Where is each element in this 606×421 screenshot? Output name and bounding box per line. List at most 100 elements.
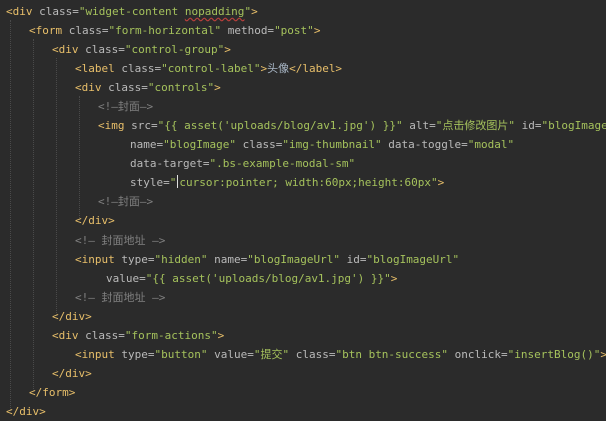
tag-token: </div>	[6, 405, 46, 418]
attr-token: onclick=	[448, 348, 508, 361]
string-token: "blogImageUrl"	[366, 253, 460, 266]
attr-token: data-target=	[130, 157, 210, 170]
attr-token: class=	[78, 43, 125, 56]
tag-token: >	[600, 348, 606, 361]
code-line-17[interactable]: </div>	[52, 307, 92, 326]
tag-token: >	[313, 24, 321, 37]
tag-token: >	[390, 272, 398, 285]
code-line-18[interactable]: <div class="form-actions">	[52, 326, 224, 345]
comment-token: <!— 封面地址 —>	[75, 234, 166, 247]
code-line-10[interactable]: style=" cursor:pointer; width:60px;height…	[130, 173, 444, 192]
string-token: "hidden"	[154, 253, 208, 266]
tag-token: </div>	[52, 367, 92, 380]
attr-token: class=	[289, 348, 336, 361]
string-token: cursor:pointer; width:60px;height:60px"	[179, 176, 438, 189]
tag-token: <img	[98, 119, 125, 132]
attr-token: class=	[78, 329, 125, 342]
tag-token: <input	[75, 253, 115, 266]
tag-token: <label	[75, 62, 115, 75]
indent-guide	[56, 58, 57, 315]
string-token: "	[169, 176, 177, 189]
tag-token: >	[214, 81, 221, 94]
code-line-19[interactable]: <input type="button" value="提交" class="b…	[75, 345, 606, 364]
indent-guide	[79, 96, 80, 220]
string-token: nopadding	[184, 5, 245, 18]
comment-token: <!—封面—>	[98, 100, 154, 113]
tag-token: </div>	[52, 310, 92, 323]
attr-token: class=	[114, 62, 162, 75]
code-line-22[interactable]: </div>	[6, 402, 46, 421]
code-line-8[interactable]: name="blogImage" class="img-thumbnail" d…	[130, 135, 514, 154]
code-line-13[interactable]: <!— 封面地址 —>	[75, 231, 165, 250]
string-token: "button"	[154, 348, 208, 361]
string-token: "{{ asset('uploads/blog/av1.jpg') }}"	[145, 272, 391, 285]
attr-token: class=	[32, 5, 79, 18]
string-token: "img-thumbnail"	[282, 138, 382, 151]
code-line-6[interactable]: <!—封面—>	[98, 97, 153, 116]
code-line-3[interactable]: <div class="control-group">	[52, 40, 231, 59]
attr-token: class=	[62, 24, 109, 37]
attr-token: data-toggle=	[381, 138, 468, 151]
tag-token: <div	[6, 5, 33, 18]
string-token: "form-actions"	[124, 329, 218, 342]
attr-token: type=	[114, 253, 155, 266]
code-line-14[interactable]: <input type="hidden" name="blogImageUrl"…	[75, 250, 459, 269]
string-token: "widget-content	[78, 5, 185, 18]
attr-token: value=	[106, 272, 146, 285]
attr-token: style=	[130, 176, 170, 189]
attr-token: class=	[101, 81, 148, 94]
code-line-11[interactable]: <!—封面—>	[98, 192, 153, 211]
string-token: "post"	[274, 24, 314, 37]
tag-token: </div>	[75, 214, 115, 227]
code-line-7[interactable]: <img src="{{ asset('uploads/blog/av1.jpg…	[98, 116, 606, 135]
code-line-2[interactable]: <form class="form-horizontal" method="po…	[29, 21, 320, 40]
string-token: "blogImageUrl"	[247, 253, 340, 266]
code-line-1[interactable]: <div class="widget-content nopadding">	[6, 2, 258, 21]
string-token: "form-horizontal"	[108, 24, 222, 37]
code-line-20[interactable]: </div>	[52, 364, 92, 383]
string-token: "{{ asset('uploads/blog/av1.jpg') }}"	[157, 119, 403, 132]
string-token: "btn btn-success"	[335, 348, 449, 361]
string-token: "modal"	[467, 138, 515, 151]
attr-token: name=	[207, 253, 248, 266]
string-token: "blogImage"	[541, 119, 606, 132]
string-token: "insertBlog()"	[507, 348, 601, 361]
attr-token: src=	[124, 119, 158, 132]
attr-token: type=	[114, 348, 155, 361]
attr-token: value=	[207, 348, 254, 361]
attr-token: class=	[235, 138, 283, 151]
indent-guide	[33, 39, 34, 391]
string-token: ".bs-example-modal-sm"	[209, 157, 356, 170]
code-line-5[interactable]: <div class="controls">	[75, 78, 221, 97]
tag-token: </label>	[289, 62, 343, 75]
attr-token: name=	[130, 138, 164, 151]
tag-token: </form>	[29, 386, 76, 399]
code-line-15[interactable]: value="{{ asset('uploads/blog/av1.jpg') …	[106, 269, 397, 288]
code-editor[interactable]: <div class="widget-content nopadding"> <…	[0, 0, 606, 420]
tag-token: <div	[52, 329, 79, 342]
string-token: "点击修改图片"	[435, 119, 516, 132]
code-line-12[interactable]: </div>	[75, 211, 115, 230]
attr-token: method=	[221, 24, 275, 37]
string-token: "提交"	[253, 348, 290, 361]
indent-guide	[10, 20, 11, 410]
tag-token: <form	[29, 24, 63, 37]
comment-token: <!—封面—>	[98, 195, 154, 208]
string-token: "controls"	[147, 81, 215, 94]
tag-token: <div	[52, 43, 79, 56]
string-token: "control-group"	[124, 43, 225, 56]
code-line-4[interactable]: <label class="control-label">头像</label>	[75, 59, 342, 78]
tag-token: <div	[75, 81, 102, 94]
tag-token: >	[224, 43, 231, 56]
tag-token: >	[437, 176, 445, 189]
code-line-9[interactable]: data-target=".bs-example-modal-sm"	[130, 154, 355, 173]
code-line-16[interactable]: <!— 封面地址 —>	[75, 288, 165, 307]
string-token: "control-label"	[161, 62, 261, 75]
comment-token: <!— 封面地址 —>	[75, 291, 166, 304]
tag-token: >	[251, 5, 258, 18]
tag-token: <input	[75, 348, 115, 361]
attr-token: id=	[339, 253, 367, 266]
tag-token: >	[217, 329, 225, 342]
attr-token: id=	[515, 119, 542, 132]
code-line-21[interactable]: </form>	[29, 383, 75, 402]
